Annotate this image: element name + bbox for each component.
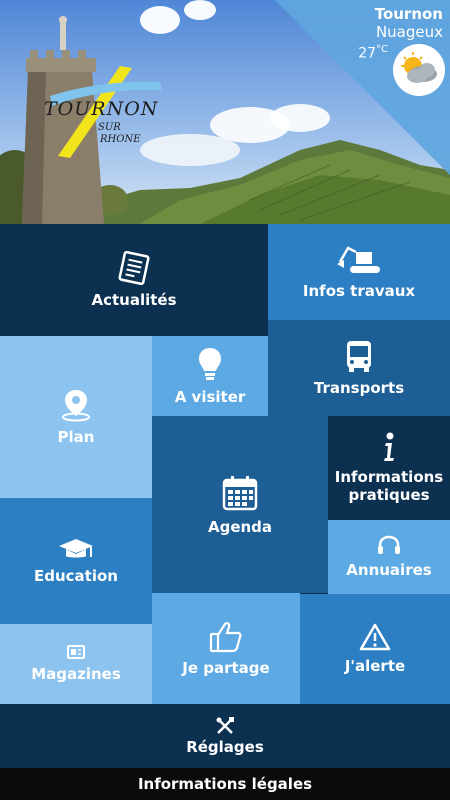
graduation-cap-icon: [59, 539, 93, 558]
tile-transports-label: Transports: [313, 379, 405, 397]
tile-agenda-label: Agenda: [207, 517, 273, 536]
weather-city: Tournon: [374, 5, 443, 23]
footer-informations-legales[interactable]: Informations légales: [0, 768, 450, 800]
tile-magazines-label: Magazines: [31, 665, 121, 683]
tile-agenda[interactable]: Agenda: [152, 416, 328, 593]
tile-je-partage[interactable]: Je partage: [152, 593, 300, 704]
tile-a-visiter[interactable]: A visiter: [152, 336, 268, 416]
tile-reglages[interactable]: Réglages: [0, 704, 450, 768]
tile-reglages-label: Réglages: [186, 738, 264, 756]
tile-education-label: Education: [34, 567, 118, 585]
tile-infos-travaux[interactable]: Infos travaux: [268, 224, 450, 320]
weather-temperature: 27°C: [358, 44, 388, 62]
tile-jalerte-label: J'alerte: [344, 657, 406, 675]
footer-label: Informations légales: [137, 775, 313, 793]
info-icon: [384, 432, 394, 461]
settings-tools-icon: [216, 717, 234, 734]
tile-magazines[interactable]: Magazines: [0, 624, 152, 704]
weather-temperature-unit: °C: [376, 44, 388, 55]
tile-informations-pratiques-label: Informations pratiques: [335, 468, 443, 504]
header-banner: TOURNON SUR RHONE Tournon Nuageux 27°C: [0, 0, 450, 224]
bus-icon: [347, 341, 371, 372]
partly-cloudy-icon: [393, 44, 445, 96]
tile-annuaires[interactable]: Annuaires: [328, 520, 450, 594]
tile-annuaires-label: Annuaires: [346, 561, 432, 579]
location-pin-icon: [62, 390, 90, 422]
tile-transports[interactable]: Transports: [268, 320, 450, 416]
tile-je-partage-label: Je partage: [182, 658, 270, 677]
tile-actualites[interactable]: Actualités: [0, 224, 268, 336]
tile-informations-pratiques[interactable]: Informations pratiques: [328, 416, 450, 520]
tile-informations-label-line2: pratiques: [348, 486, 430, 504]
weather-temperature-value: 27: [358, 45, 377, 62]
tile-education[interactable]: Education: [0, 498, 152, 624]
tile-informations-label-line1: Informations: [334, 468, 444, 486]
newspaper-icon: [118, 251, 150, 285]
headset-icon: [378, 535, 400, 554]
lightbulb-icon: [199, 348, 221, 380]
calendar-icon: [222, 475, 258, 510]
thumbs-up-icon: [209, 621, 242, 652]
tile-plan-label: Plan: [57, 428, 95, 446]
warning-icon: [359, 623, 391, 651]
tile-jalerte[interactable]: J'alerte: [300, 594, 450, 704]
excavator-icon: [337, 246, 380, 273]
tile-actualites-label: Actualités: [91, 291, 177, 309]
tile-plan[interactable]: Plan: [0, 336, 152, 498]
weather-condition: Nuageux: [375, 23, 443, 41]
magazine-icon: [67, 645, 85, 659]
tile-infos-travaux-label: Infos travaux: [302, 282, 416, 300]
tile-a-visiter-label: A visiter: [174, 388, 246, 406]
